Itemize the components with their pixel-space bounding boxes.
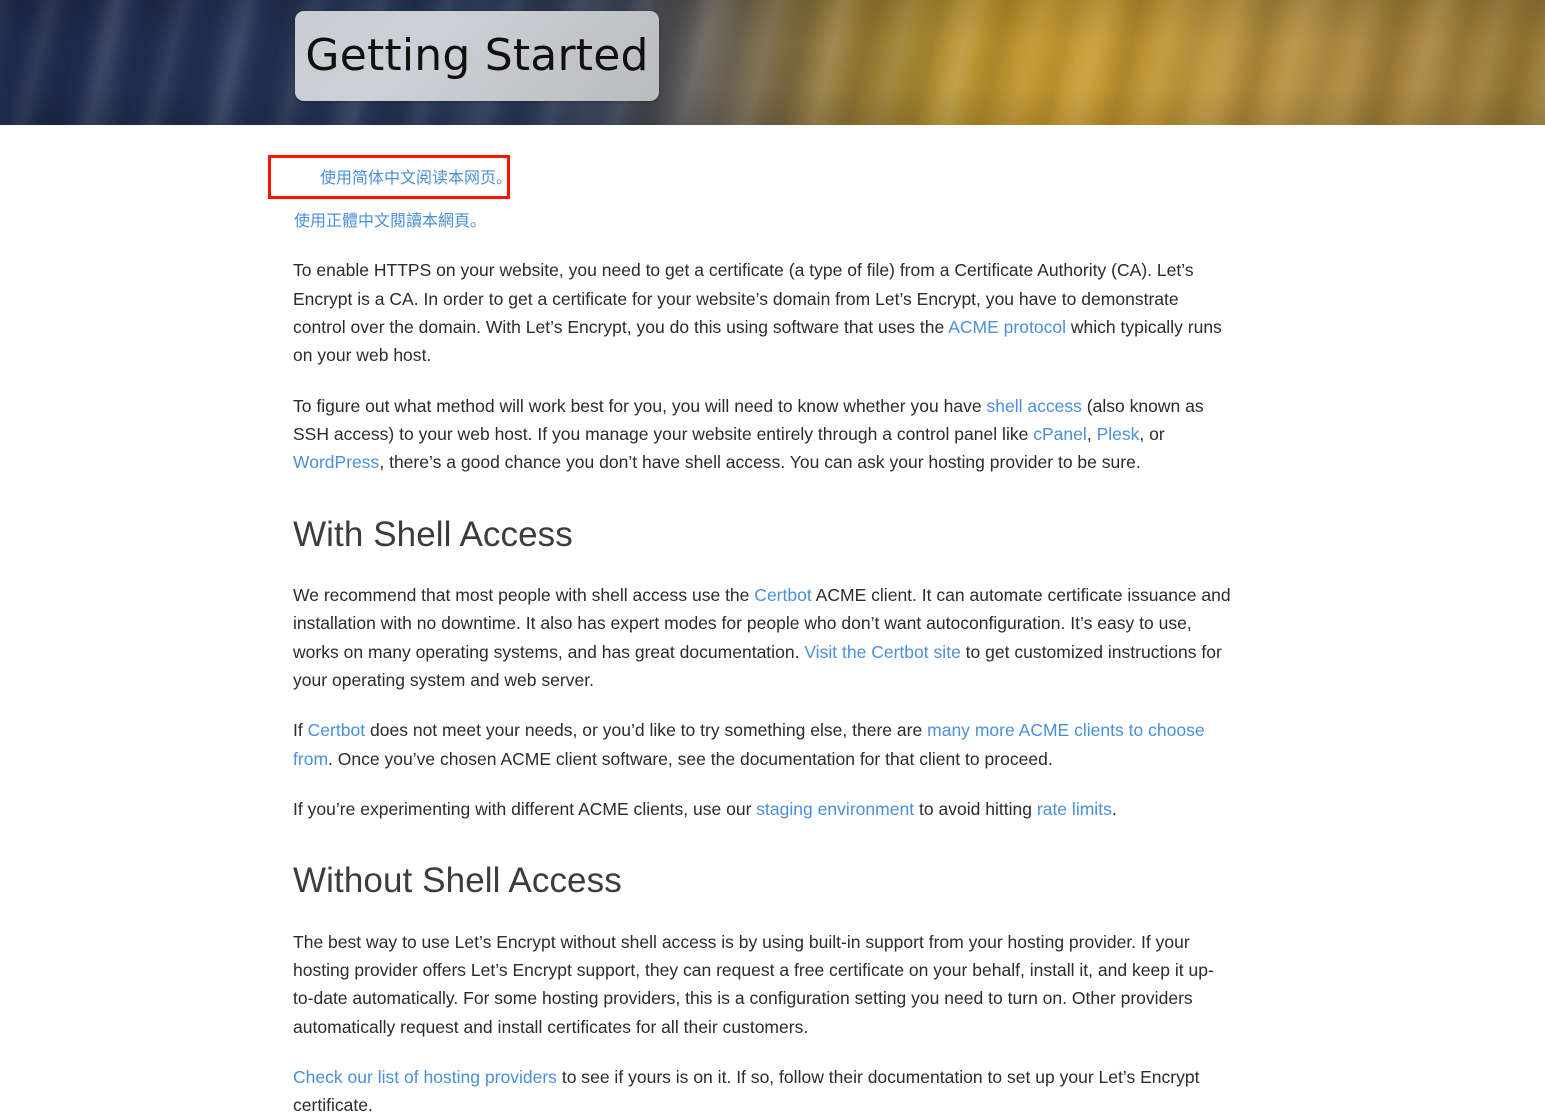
traditional-chinese-link-row[interactable]: 使用正體中文閱讀本網頁。 bbox=[293, 209, 1233, 235]
intro-paragraph-1: To enable HTTPS on your website, you nee… bbox=[293, 260, 1222, 366]
without-shell-paragraph-1: The best way to use Let’s Encrypt withou… bbox=[293, 931, 1214, 1037]
language-link-group: 使用简体中文阅读本网页。 使用正體中文閱讀本網頁。 bbox=[268, 155, 1233, 235]
page-content: 使用简体中文阅读本网页。 使用正體中文閱讀本網頁。 To enable HTTP… bbox=[0, 125, 1545, 1120]
page-banner: Getting Started bbox=[0, 0, 1545, 125]
inline-link[interactable]: cPanel bbox=[1033, 424, 1087, 444]
inline-link[interactable]: Certbot bbox=[308, 720, 365, 740]
inline-link[interactable]: Plesk bbox=[1097, 424, 1140, 444]
simplified-chinese-link-row[interactable]: 使用简体中文阅读本网页。 bbox=[293, 155, 1233, 203]
with-shell-paragraph-3: If you’re experimenting with different A… bbox=[293, 798, 1117, 819]
page-title: Getting Started bbox=[305, 30, 649, 81]
inline-link[interactable]: WordPress bbox=[293, 452, 379, 472]
without-shell-paragraph-2: Check our list of hosting providers to s… bbox=[293, 1066, 1200, 1116]
banner-streak-texture bbox=[0, 0, 1545, 125]
banner-vignette bbox=[0, 0, 1545, 125]
inline-link[interactable]: Check our list of hosting providers bbox=[293, 1067, 557, 1087]
heading-with-shell-access: With Shell Access bbox=[293, 514, 573, 554]
inline-link[interactable]: rate limits bbox=[1037, 799, 1112, 819]
with-shell-paragraph-1: We recommend that most people with shell… bbox=[293, 584, 1231, 690]
with-shell-paragraph-2: If Certbot does not meet your needs, or … bbox=[293, 720, 1205, 769]
page-title-plate: Getting Started bbox=[295, 11, 659, 101]
inline-link[interactable]: many more ACME clients to choose from bbox=[293, 720, 1205, 768]
inline-link[interactable]: shell access bbox=[986, 396, 1081, 416]
banner-streak-texture-secondary bbox=[0, 0, 1545, 125]
intro-paragraph-2: To figure out what method will work best… bbox=[293, 395, 1204, 473]
inline-link[interactable]: staging environment bbox=[756, 799, 914, 819]
inline-link[interactable]: ACME protocol bbox=[948, 317, 1066, 337]
inline-link[interactable]: Certbot bbox=[754, 585, 811, 605]
inline-link[interactable]: Visit the Certbot site bbox=[804, 642, 961, 662]
link-traditional-chinese[interactable]: 使用正體中文閱讀本網頁。 bbox=[294, 213, 486, 230]
heading-without-shell-access: Without Shell Access bbox=[293, 861, 622, 901]
content-column: 使用简体中文阅读本网页。 使用正體中文閱讀本網頁。 To enable HTTP… bbox=[268, 125, 1233, 1120]
link-simplified-chinese[interactable]: 使用简体中文阅读本网页。 bbox=[320, 170, 512, 187]
